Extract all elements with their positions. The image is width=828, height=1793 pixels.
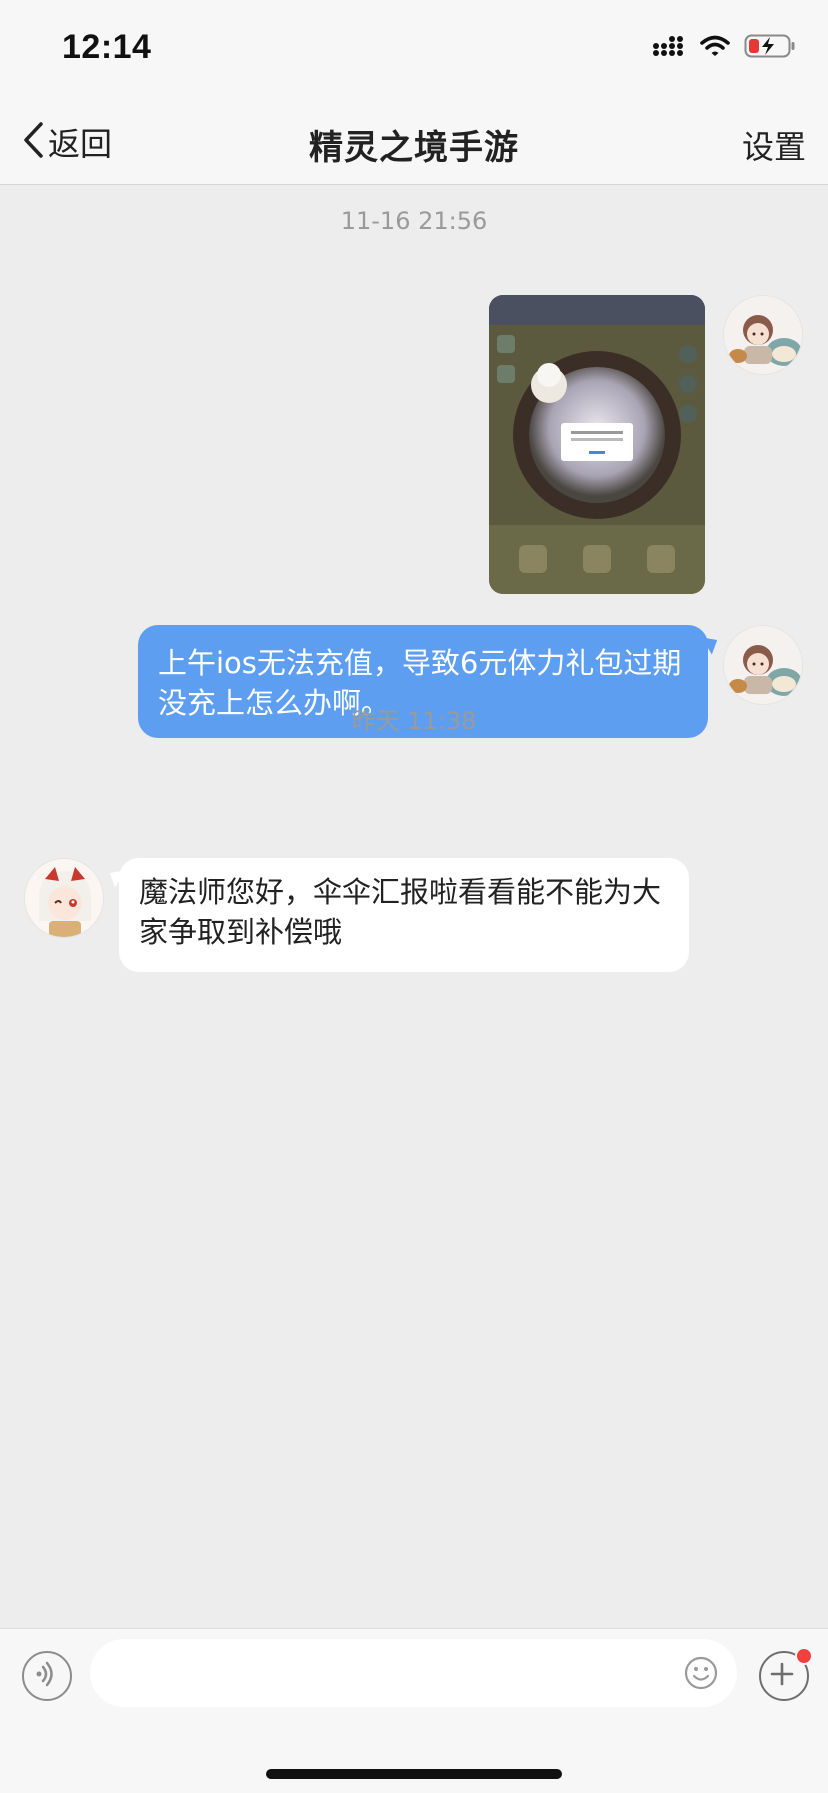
message-timestamp: 11-16 21:56 bbox=[340, 207, 488, 235]
message-input[interactable] bbox=[90, 1639, 737, 1707]
emoji-button[interactable] bbox=[684, 1656, 718, 1690]
message-timestamp: 昨天 11:38 bbox=[351, 707, 477, 735]
status-time: 12:14 bbox=[62, 28, 152, 66]
status-icons bbox=[652, 34, 796, 62]
wifi-icon bbox=[700, 35, 730, 61]
page-title: 精灵之境手游 bbox=[309, 128, 519, 168]
settings-button[interactable]: 设置 bbox=[742, 122, 806, 168]
home-indicator[interactable] bbox=[266, 1769, 562, 1779]
image-message[interactable] bbox=[489, 295, 705, 594]
signal-icon bbox=[652, 35, 686, 61]
chat-area[interactable]: 11-16 21:56 上午ios无法充值，导致6元体力礼包过期没充上怎么办啊。… bbox=[0, 185, 828, 1628]
incoming-message-bubble[interactable]: 魔法师您好，伞伞汇报啦看看能不能为大家争取到补偿哦 bbox=[119, 858, 689, 972]
battery-charging-icon bbox=[744, 34, 796, 62]
nav-bar: 返回 精灵之境手游 设置 bbox=[0, 100, 828, 185]
status-bar: 12:14 bbox=[0, 0, 828, 100]
notification-badge bbox=[795, 1647, 813, 1665]
user-avatar[interactable] bbox=[723, 625, 803, 705]
emoji-icon bbox=[684, 1656, 718, 1694]
more-actions-button[interactable] bbox=[759, 1647, 813, 1701]
user-avatar[interactable] bbox=[723, 295, 803, 375]
input-bar bbox=[0, 1628, 828, 1793]
voice-button[interactable] bbox=[22, 1651, 72, 1701]
support-avatar[interactable] bbox=[24, 858, 104, 938]
